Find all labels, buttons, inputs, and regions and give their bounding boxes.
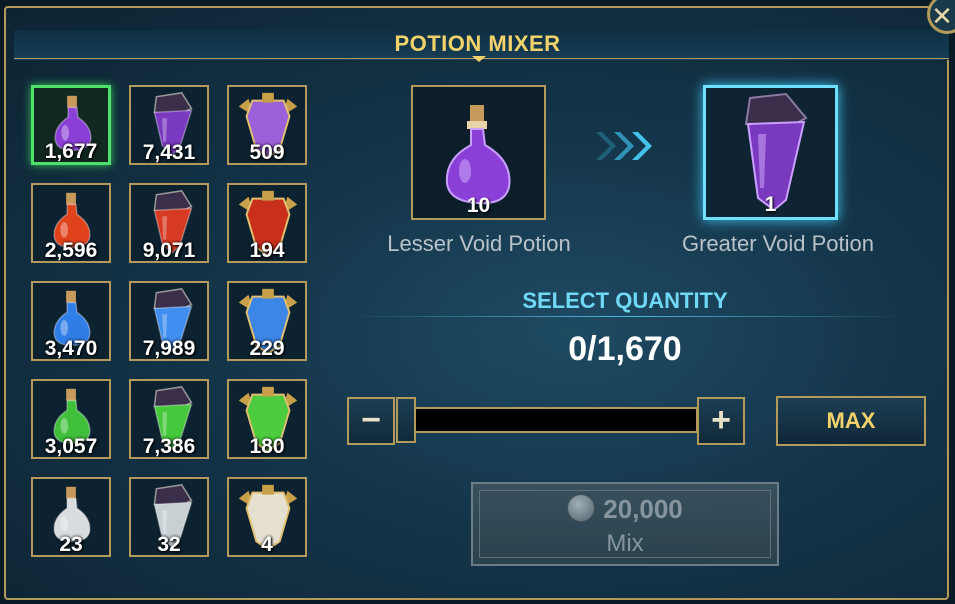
inventory-count: 229 — [249, 337, 285, 360]
inventory-count: 2,596 — [44, 239, 98, 262]
inventory-slot-greater-arcane-potion[interactable]: 32 — [129, 477, 209, 557]
increase-button[interactable]: + — [697, 397, 745, 445]
recipe-input-slot: 10 — [411, 85, 546, 220]
inventory-slot-superior-spirit-potion[interactable]: 180 — [227, 379, 307, 459]
select-quantity-divider — [345, 316, 905, 317]
inventory-count: 9,071 — [142, 239, 196, 262]
inventory-count: 7,989 — [142, 337, 196, 360]
inventory-count: 3,057 — [44, 435, 98, 458]
inventory-slot-greater-force-potion[interactable]: 9,071 — [129, 183, 209, 263]
page-title: POTION MIXER — [394, 31, 561, 56]
close-button[interactable]: ✕ — [927, 0, 955, 34]
recipe-output-name: Greater Void Potion — [681, 231, 874, 256]
inventory-count: 1,677 — [44, 140, 98, 163]
inventory-slot-lesser-arcane-potion[interactable]: 23 — [31, 477, 111, 557]
mix-button[interactable]: 20,000 Mix — [471, 482, 779, 566]
inventory-count: 7,431 — [142, 141, 196, 164]
inventory-count: 7,386 — [142, 435, 196, 458]
inventory-count: 509 — [249, 141, 285, 164]
title-caret-icon — [472, 56, 486, 62]
inventory-slot-greater-spirit-potion[interactable]: 7,386 — [129, 379, 209, 459]
close-icon: ✕ — [931, 1, 953, 31]
quantity-slider-handle[interactable] — [396, 397, 416, 443]
inventory-slot-greater-void-potion[interactable]: 7,431 — [129, 85, 209, 165]
select-quantity-label: SELECT QUANTITY — [522, 288, 728, 313]
inventory-count: 32 — [157, 533, 181, 556]
mix-cost: 20,000 — [473, 494, 777, 525]
recipe-input-name: Lesser Void Potion — [387, 231, 571, 256]
quantity-slider-track[interactable] — [396, 407, 698, 433]
inventory-count: 180 — [249, 435, 285, 458]
recipe-input-count: 10 — [466, 194, 491, 217]
mix-cost-value: 20,000 — [603, 494, 683, 524]
silver-coin-icon — [567, 494, 596, 522]
inventory-slot-lesser-void-potion[interactable]: 1,677 — [31, 85, 111, 165]
inventory-slot-superior-force-potion[interactable]: 194 — [227, 183, 307, 263]
quantity-display: 0/1,670 — [568, 330, 682, 368]
inventory-slot-superior-arcane-potion[interactable]: 4 — [227, 477, 307, 557]
arrows-icon — [596, 132, 652, 160]
inventory-slot-superior-void-potion[interactable]: 509 — [227, 85, 307, 165]
inventory-count: 4 — [261, 533, 273, 556]
inventory-slot-lesser-force-potion[interactable]: 2,596 — [31, 183, 111, 263]
recipe-output-slot: 1 — [703, 85, 838, 220]
inventory-count: 23 — [59, 533, 83, 556]
inventory-count: 3,470 — [44, 337, 98, 360]
inventory-slot-lesser-spirit-potion[interactable]: 3,057 — [31, 379, 111, 459]
max-button[interactable]: MAX — [776, 396, 926, 446]
inventory-count: 194 — [249, 239, 285, 262]
mix-button-label: Mix — [606, 530, 644, 557]
recipe-output-count: 1 — [764, 193, 777, 216]
decrease-button[interactable]: − — [347, 397, 395, 445]
